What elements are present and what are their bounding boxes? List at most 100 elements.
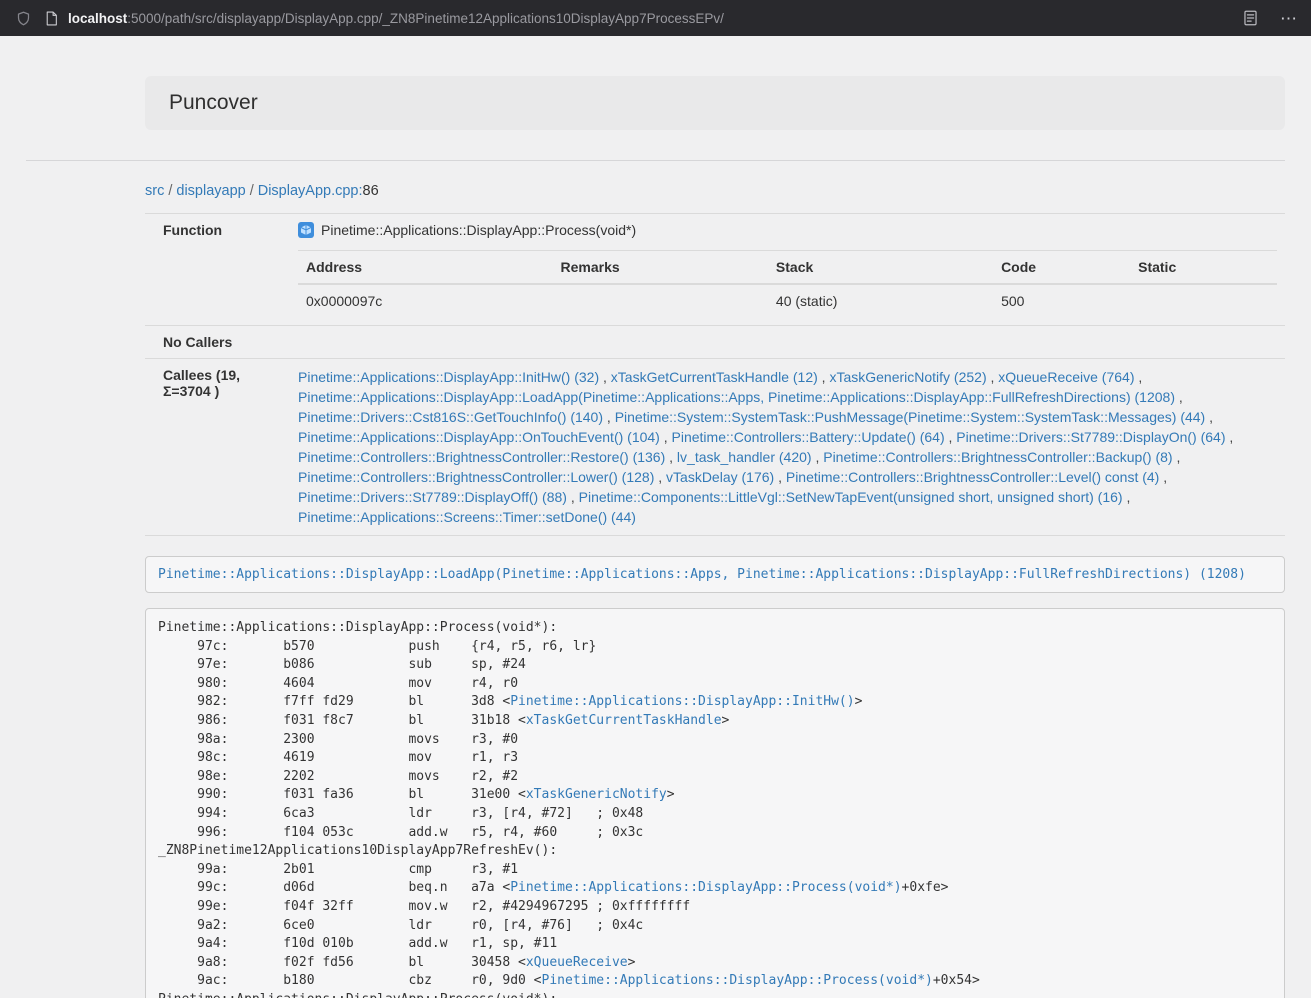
asm-line: 986: f031 f8c7 bl 31b18 <xTaskGetCurrent… [158, 712, 1272, 731]
asm-line: 99a: 2b01 cmp r3, #1 [158, 861, 1272, 880]
asm-line: 98a: 2300 movs r3, #0 [158, 731, 1272, 750]
asm-line: 99e: f04f 32ff mov.w r2, #4294967295 ; 0… [158, 898, 1272, 917]
breadcrumb-link-src[interactable]: src [145, 183, 164, 199]
page-icon [45, 11, 58, 26]
static-value [1130, 284, 1277, 317]
url-host: localhost [68, 11, 127, 26]
callee-separator: , [654, 469, 666, 485]
callee-link[interactable]: Pinetime::Components::LittleVgl::SetNewT… [579, 489, 1123, 505]
function-row: Function Pinetime::Applications::Display… [145, 214, 1285, 326]
callee-separator: , [1205, 409, 1213, 425]
highlighted-symbol-link[interactable]: Pinetime::Applications::DisplayApp::Load… [158, 567, 1246, 582]
app-title: Puncover [169, 91, 258, 114]
symbol-link[interactable]: Pinetime::Applications::DisplayApp::Proc… [510, 880, 901, 895]
breadcrumb: src/displayapp/DisplayApp.cpp:86 [145, 183, 1285, 199]
breadcrumb-link-file[interactable]: DisplayApp.cpp: [258, 183, 363, 199]
callee-link[interactable]: Pinetime::Controllers::BrightnessControl… [823, 449, 1172, 465]
callees-row: Callees (19, Σ=3704 ) Pinetime::Applicat… [145, 359, 1285, 536]
callee-link[interactable]: Pinetime::Drivers::St7789::DisplayOn() (… [956, 429, 1225, 445]
symbol-link[interactable]: Pinetime::Applications::DisplayApp::Init… [510, 694, 854, 709]
asm-line: 980: 4604 mov r4, r0 [158, 675, 1272, 694]
callee-link[interactable]: Pinetime::Controllers::BrightnessControl… [786, 469, 1159, 485]
no-callers-row: No Callers [145, 326, 1285, 359]
callee-separator: , [1134, 369, 1142, 385]
callee-link[interactable]: Pinetime::Controllers::Battery::Update()… [672, 429, 945, 445]
breadcrumb-link-displayapp[interactable]: displayapp [176, 183, 245, 199]
symbol-link[interactable]: Pinetime::Applications::DisplayApp::Proc… [542, 973, 933, 988]
symbol-link[interactable]: xTaskGetCurrentTaskHandle [526, 713, 722, 728]
remarks-value [553, 284, 768, 317]
callee-link[interactable]: xQueueReceive (764) [998, 369, 1134, 385]
callees-list: Pinetime::Applications::DisplayApp::Init… [290, 359, 1285, 536]
no-callers-label: No Callers [145, 326, 290, 359]
asm-line: 996: f104 053c add.w r5, r4, #60 ; 0x3c [158, 824, 1272, 843]
breadcrumb-line-number: 86 [363, 183, 379, 199]
callee-separator: , [1159, 469, 1167, 485]
callee-separator: , [818, 369, 830, 385]
shield-icon[interactable] [16, 11, 31, 26]
callee-link[interactable]: Pinetime::Drivers::Cst816S::GetTouchInfo… [298, 409, 603, 425]
url-bar[interactable]: localhost:5000/path/src/displayapp/Displ… [68, 11, 724, 26]
callee-link[interactable]: Pinetime::Applications::DisplayApp::OnTo… [298, 429, 660, 445]
callee-link[interactable]: xTaskGenericNotify (252) [829, 369, 986, 385]
callee-link[interactable]: Pinetime::Controllers::BrightnessControl… [298, 449, 665, 465]
symbol-link[interactable]: xQueueReceive [526, 955, 628, 970]
asm-line: 98e: 2202 movs r2, #2 [158, 768, 1272, 787]
code-value: 500 [993, 284, 1130, 317]
asm-line: 98c: 4619 mov r1, r3 [158, 749, 1272, 768]
column-header-static: Static [1130, 251, 1277, 285]
function-row-label: Function [145, 214, 290, 326]
column-header-stack: Stack [768, 251, 993, 285]
callee-link[interactable]: xTaskGetCurrentTaskHandle (12) [611, 369, 818, 385]
column-header-code: Code [993, 251, 1130, 285]
metrics-row: 0x0000097c 40 (static) 500 [298, 284, 1277, 317]
column-header-address: Address [298, 251, 553, 285]
callee-link[interactable]: Pinetime::System::SystemTask::PushMessag… [615, 409, 1206, 425]
callee-separator: , [812, 449, 824, 465]
callee-link[interactable]: Pinetime::Applications::DisplayApp::Load… [298, 389, 1175, 405]
callee-separator: , [1175, 389, 1183, 405]
function-name: Pinetime::Applications::DisplayApp::Proc… [321, 222, 636, 238]
url-path: :5000/path/src/displayapp/DisplayApp.cpp… [127, 11, 724, 26]
callee-link[interactable]: lv_task_handler (420) [677, 449, 812, 465]
asm-line: 982: f7ff fd29 bl 3d8 <Pinetime::Applica… [158, 693, 1272, 712]
page-body: Puncover src/displayapp/DisplayApp.cpp:8… [0, 76, 1311, 998]
asm-line: 99c: d06d beq.n a7a <Pinetime::Applicati… [158, 879, 1272, 898]
asm-line: 97c: b570 push {r4, r5, r6, lr} [158, 638, 1272, 657]
callee-separator: , [660, 429, 672, 445]
asm-line: Pinetime::Applications::DisplayApp::Proc… [158, 619, 1272, 638]
asm-line: 9a2: 6ce0 ldr r0, [r4, #76] ; 0x4c [158, 917, 1272, 936]
function-icon [298, 222, 314, 238]
callee-separator: , [1226, 429, 1234, 445]
browser-toolbar: localhost:5000/path/src/displayapp/Displ… [0, 0, 1311, 36]
asm-line: 994: 6ca3 ldr r3, [r4, #72] ; 0x48 [158, 805, 1272, 824]
callee-separator: , [945, 429, 957, 445]
disassembly: Pinetime::Applications::DisplayApp::Proc… [145, 608, 1285, 998]
callee-separator: , [1173, 449, 1181, 465]
callee-separator: , [603, 409, 615, 425]
asm-line: 9ac: b180 cbz r0, 9d0 <Pinetime::Applica… [158, 972, 1272, 991]
asm-line: 990: f031 fa36 bl 31e00 <xTaskGenericNot… [158, 786, 1272, 805]
function-table: Function Pinetime::Applications::Display… [145, 213, 1285, 536]
callee-separator: , [774, 469, 786, 485]
callees-label: Callees (19, Σ=3704 ) [145, 359, 290, 536]
app-header: Puncover [145, 76, 1285, 130]
asm-line: _ZN8Pinetime12Applications10DisplayApp7R… [158, 842, 1272, 861]
menu-icon[interactable]: ⋯ [1280, 10, 1297, 27]
callee-link[interactable]: Pinetime::Drivers::St7789::DisplayOff() … [298, 489, 567, 505]
asm-line: Pinetime::Applications::DisplayApp::Proc… [158, 991, 1272, 998]
callee-link[interactable]: Pinetime::Applications::DisplayApp::Init… [298, 369, 599, 385]
breadcrumb-separator: / [168, 183, 172, 199]
callee-link[interactable]: vTaskDelay (176) [666, 469, 774, 485]
reader-view-icon[interactable] [1243, 10, 1258, 26]
divider [26, 160, 1285, 161]
metrics-table: Address Remarks Stack Code Static 0x0000… [298, 250, 1277, 317]
callee-separator: , [599, 369, 611, 385]
callee-link[interactable]: Pinetime::Applications::Screens::Timer::… [298, 509, 636, 525]
callee-separator: , [1123, 489, 1131, 505]
symbol-link[interactable]: xTaskGenericNotify [526, 787, 667, 802]
highlighted-symbol: Pinetime::Applications::DisplayApp::Load… [145, 556, 1285, 593]
callee-link[interactable]: Pinetime::Controllers::BrightnessControl… [298, 469, 654, 485]
callee-separator: , [665, 449, 677, 465]
asm-line: 9a4: f10d 010b add.w r1, sp, #11 [158, 935, 1272, 954]
